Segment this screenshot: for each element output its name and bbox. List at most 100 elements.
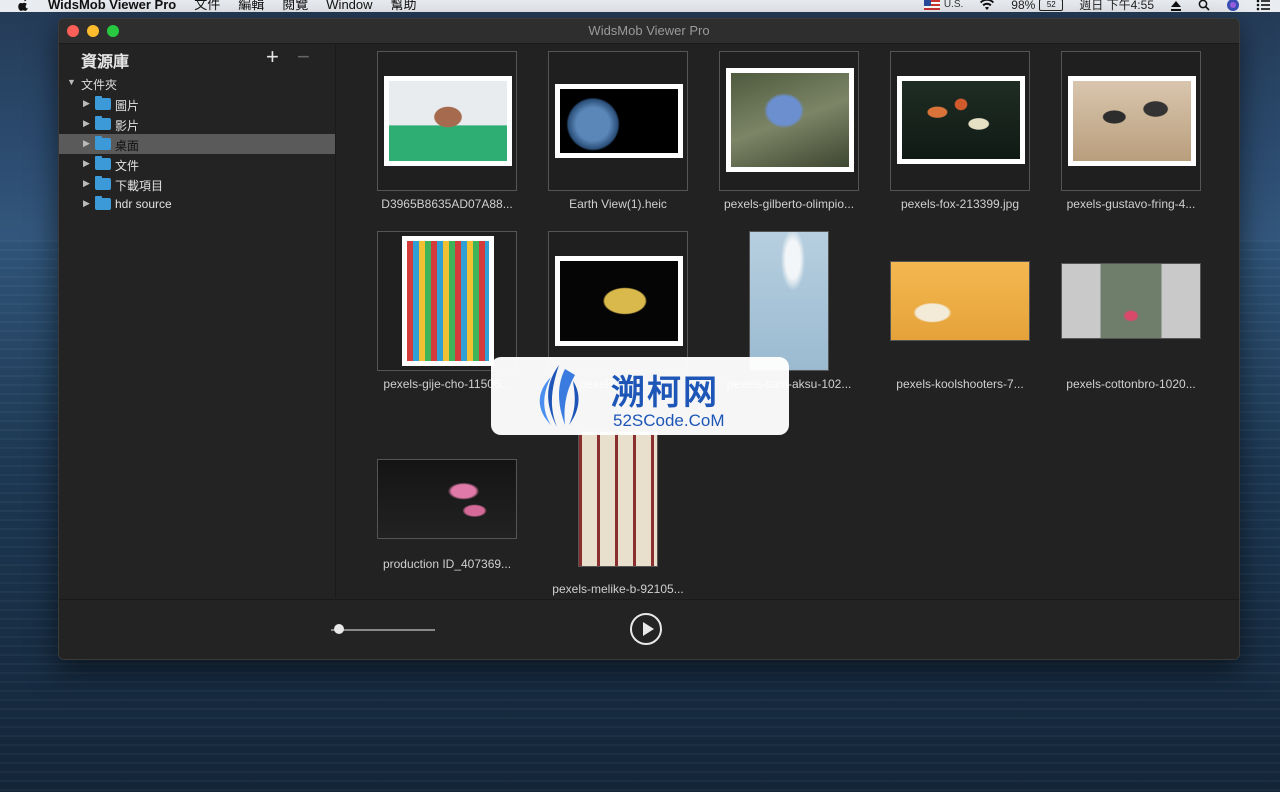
folder-icon [95, 176, 111, 190]
watermark-subtitle: 52SCode.CoM [613, 411, 725, 430]
folder-icon [95, 116, 111, 130]
slider-knob[interactable] [334, 624, 345, 634]
thumbnail-size-slider[interactable] [331, 629, 435, 631]
thumbnail-frame[interactable] [1061, 231, 1201, 371]
siri-icon[interactable] [1226, 0, 1240, 11]
thumbnail-frame[interactable] [1061, 51, 1201, 191]
thumbnail-caption: D3965B8635AD07A88... [381, 197, 513, 211]
thumbnail-item[interactable]: pexels-cottonbro-1020... [1061, 231, 1201, 409]
clock[interactable]: 週日 下午4:55 [1079, 0, 1154, 11]
battery-icon[interactable]: 52 [1039, 0, 1064, 11]
sidebar: 資源庫 + − ▼ 文件夾 ▶ 圖片 ▶ 影片 ▶ 桌面 ▶ 文件 ▶ 下載項目… [59, 44, 336, 598]
thumbnail-image [555, 84, 683, 158]
thumbnail-image [555, 256, 683, 346]
thumbnail-caption: pexels-koolshooters-7... [896, 377, 1024, 391]
battery-percent: 98% [1011, 0, 1036, 12]
thumbnail-image [897, 76, 1025, 164]
sidebar-item-label: 下載項目 [115, 179, 164, 193]
apple-menu-icon[interactable] [18, 0, 30, 11]
sidebar-item-documents[interactable]: ▶ 文件 [59, 154, 335, 174]
disclosure-collapsed-icon[interactable]: ▶ [83, 198, 90, 209]
watermark-title: 溯柯网 [611, 374, 719, 412]
thumbnail-item[interactable]: pexels-melike-b-92105... [548, 411, 688, 596]
thumbnail-image [749, 231, 829, 371]
sidebar-item-label: 圖片 [115, 99, 140, 113]
thumbnail-caption: production ID_407369... [382, 557, 512, 571]
disclosure-collapsed-icon[interactable]: ▶ [83, 118, 90, 129]
thumbnail-item[interactable]: Earth View(1).heic [548, 51, 688, 229]
disclosure-collapsed-icon[interactable]: ▶ [83, 178, 90, 189]
thumbnail-image [1068, 76, 1196, 166]
thumbnail-frame[interactable] [548, 51, 688, 191]
thumbnail-frame[interactable] [890, 51, 1030, 191]
library-title: 資源庫 [81, 54, 130, 71]
folder-icon [95, 136, 111, 150]
thumbnail-image [1061, 263, 1201, 339]
sidebar-item-label: 文件 [115, 159, 140, 173]
app-menu[interactable]: WidsMob Viewer Pro [48, 0, 176, 11]
watermark-logo-icon [539, 365, 579, 427]
thumbnail-frame[interactable] [377, 231, 517, 371]
folders-root[interactable]: ▼ 文件夾 [59, 74, 335, 94]
thumbnail-item[interactable]: pexels-gustavo-fring-4... [1061, 51, 1201, 229]
menu-file[interactable]: 文件 [194, 0, 220, 11]
menu-edit[interactable]: 編輯 [238, 0, 264, 11]
watermark: 溯柯网 52SCode.CoM [491, 357, 789, 435]
menu-view[interactable]: 閱覽 [282, 0, 308, 11]
title-bar[interactable]: WidsMob Viewer Pro [59, 19, 1239, 44]
thumbnail-image [384, 76, 512, 166]
us-flag-icon[interactable] [923, 0, 940, 10]
menu-help[interactable]: 幫助 [391, 0, 417, 11]
folder-icon [95, 196, 111, 210]
sidebar-item-label: hdr source [115, 197, 172, 211]
thumbnail-item[interactable]: pexels-koolshooters-7... [890, 231, 1030, 409]
add-folder-button[interactable]: + [266, 44, 279, 70]
thumbnail-image [377, 459, 517, 539]
menu-window[interactable]: Window [326, 0, 372, 11]
sidebar-item-label: 桌面 [115, 139, 140, 153]
sidebar-item-pictures[interactable]: ▶ 圖片 [59, 94, 335, 114]
disclosure-collapsed-icon[interactable]: ▶ [83, 98, 90, 109]
thumbnail-caption: pexels-melike-b-92105... [552, 582, 684, 596]
thumbnail-image [578, 431, 658, 567]
menubar: WidsMob Viewer Pro 文件 編輯 閱覽 Window 幫助 U.… [0, 0, 1280, 12]
folder-icon [95, 96, 111, 110]
sidebar-item-downloads[interactable]: ▶ 下載項目 [59, 174, 335, 194]
thumbnail-item[interactable]: production ID_407369... [377, 411, 517, 589]
app-window: WidsMob Viewer Pro 資源庫 + − ▼ 文件夾 ▶ 圖片 ▶ … [58, 18, 1240, 660]
remove-folder-button[interactable]: − [297, 44, 310, 70]
notification-center-icon[interactable] [1256, 0, 1270, 11]
thumbnail-caption: Earth View(1).heic [569, 197, 667, 211]
thumbnail-caption: pexels-fox-213399.jpg [900, 197, 1020, 211]
disclosure-collapsed-icon[interactable]: ▶ [83, 138, 90, 149]
spotlight-search-icon[interactable] [1198, 0, 1210, 11]
sidebar-item-desktop[interactable]: ▶ 桌面 [59, 134, 335, 154]
thumbnail-image [890, 261, 1030, 341]
window-title: WidsMob Viewer Pro [588, 23, 710, 38]
disclosure-expanded-icon[interactable]: ▼ [67, 77, 76, 87]
sidebar-item-hdr-source[interactable]: ▶ hdr source [59, 194, 335, 214]
thumbnail-image [402, 236, 494, 366]
input-source-label: U.S. [943, 0, 964, 10]
eject-icon[interactable] [1170, 0, 1182, 11]
folder-icon [95, 156, 111, 170]
thumbnail-frame[interactable] [890, 231, 1030, 371]
folder-tree: ▼ 文件夾 ▶ 圖片 ▶ 影片 ▶ 桌面 ▶ 文件 ▶ 下載項目 ▶ hdr s… [59, 74, 335, 214]
wifi-icon[interactable] [979, 0, 995, 11]
thumbnail-grid: D3965B8635AD07A88... Earth View(1).heic … [336, 44, 1239, 598]
thumbnail-item[interactable]: pexels-fox-213399.jpg [890, 51, 1030, 229]
sidebar-item-movies[interactable]: ▶ 影片 [59, 114, 335, 134]
thumbnail-caption: pexels-gilberto-olimpio... [723, 197, 855, 211]
thumbnail-frame[interactable] [719, 231, 859, 371]
thumbnail-item[interactable]: pexels-gilberto-olimpio... [719, 51, 859, 229]
thumbnail-frame[interactable] [377, 51, 517, 191]
disclosure-collapsed-icon[interactable]: ▶ [83, 158, 90, 169]
thumbnail-frame[interactable] [719, 51, 859, 191]
slideshow-play-button[interactable] [630, 613, 662, 645]
folders-root-label: 文件夾 [81, 78, 118, 92]
bottom-toolbar [59, 599, 1239, 659]
thumbnail-frame[interactable] [548, 231, 688, 371]
thumbnail-caption: pexels-gustavo-fring-4... [1066, 197, 1196, 211]
thumbnail-caption: pexels-cottonbro-1020... [1066, 377, 1196, 391]
thumbnail-item[interactable]: D3965B8635AD07A88... [377, 51, 517, 229]
